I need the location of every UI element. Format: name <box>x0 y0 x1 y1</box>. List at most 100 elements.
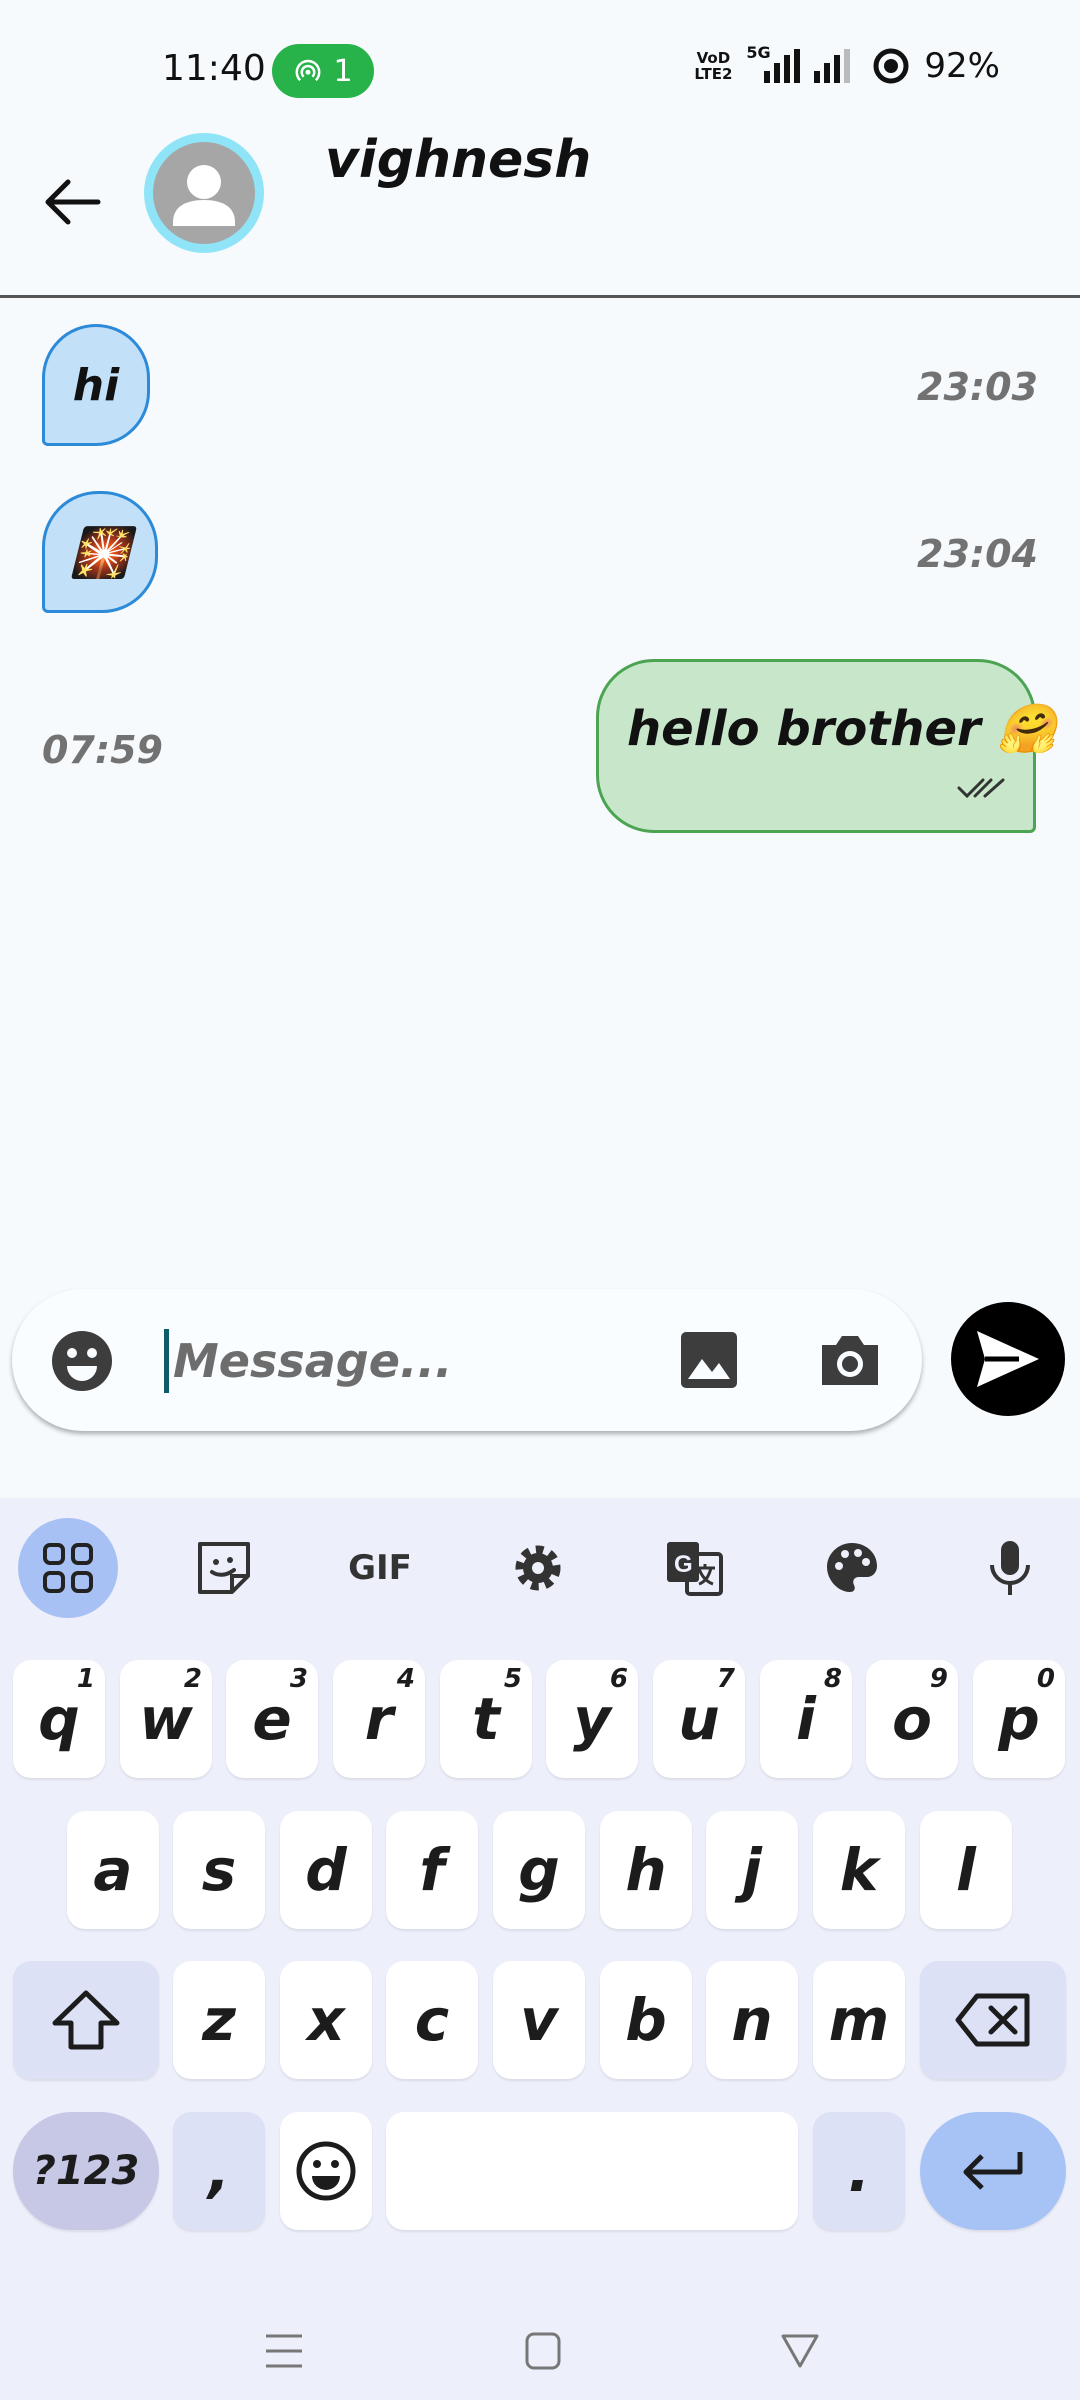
message-bubble-outgoing[interactable]: hello brother 🤗 <box>596 659 1057 833</box>
navigation-bar <box>0 2300 1080 2400</box>
key-j[interactable]: j <box>706 1811 798 1929</box>
back-icon[interactable] <box>780 2333 820 2369</box>
key-hint: 6 <box>609 1664 628 1694</box>
key-r[interactable]: r4 <box>333 1660 425 1778</box>
message-composer <box>12 1289 922 1431</box>
apps-button[interactable] <box>18 1518 118 1618</box>
key-label: o <box>892 1685 932 1753</box>
key-w[interactable]: w2 <box>120 1660 212 1778</box>
key-hint: 9 <box>929 1664 948 1694</box>
key-label: w <box>139 1685 193 1753</box>
key-label: t <box>472 1685 500 1753</box>
menu-icon[interactable] <box>264 2332 304 2370</box>
symbols-key[interactable]: ?123 <box>13 2112 159 2230</box>
signal-5g-icon: 5G <box>746 43 801 83</box>
key-i[interactable]: i8 <box>760 1660 852 1778</box>
key-z[interactable]: z <box>173 1961 265 2079</box>
key-label: i <box>796 1685 816 1753</box>
hotspot-indicator: 1 <box>272 44 374 98</box>
key-hint: 1 <box>76 1664 95 1694</box>
key-b[interactable]: b <box>600 1961 692 2079</box>
signal-icon <box>814 49 851 83</box>
palette-icon <box>827 1543 877 1592</box>
key-o[interactable]: o9 <box>866 1660 958 1778</box>
back-arrow-icon[interactable] <box>40 170 104 234</box>
network-type: 5G <box>746 43 771 62</box>
key-hint: 0 <box>1036 1664 1055 1694</box>
message-time: 23:04 <box>917 532 1038 576</box>
key-label: p <box>998 1685 1040 1753</box>
key-label: u <box>678 1685 720 1753</box>
gear-icon <box>515 1545 561 1591</box>
key-q[interactable]: q1 <box>13 1660 105 1778</box>
contact-avatar[interactable] <box>144 133 264 253</box>
period-key[interactable]: . <box>813 2112 905 2230</box>
key-c[interactable]: c <box>386 1961 478 2079</box>
message-time: 07:59 <box>42 728 163 772</box>
key-k[interactable]: k <box>813 1811 905 1929</box>
shift-icon <box>52 1990 120 2050</box>
message-time: 23:03 <box>917 365 1038 409</box>
key-v[interactable]: v <box>493 1961 585 2079</box>
double-check-icon <box>957 778 1005 799</box>
message-text: hello brother 🤗 <box>627 701 1058 757</box>
keyboard-toolbar: GIF G <box>0 1498 1080 1638</box>
key-label: y <box>573 1685 611 1753</box>
volte-line2: LTE2 <box>694 65 733 83</box>
key-hint: 2 <box>183 1664 202 1694</box>
camera-icon[interactable] <box>818 1329 882 1391</box>
gif-button[interactable]: GIF <box>330 1518 430 1618</box>
key-f[interactable]: f <box>386 1811 478 1929</box>
backspace-key[interactable] <box>920 1961 1066 2079</box>
shift-key[interactable] <box>13 1961 159 2079</box>
translate-icon: G <box>667 1542 723 1596</box>
message-input[interactable] <box>164 1329 664 1393</box>
theme-button[interactable] <box>802 1518 902 1618</box>
key-label: q <box>38 1685 80 1753</box>
message-bubble-incoming[interactable]: hi <box>42 324 150 446</box>
key-e[interactable]: e3 <box>226 1660 318 1778</box>
status-right: VoD LTE2 5G 92% <box>694 43 1000 86</box>
key-x[interactable]: x <box>280 1961 372 2079</box>
svg-text:G: G <box>674 1551 693 1578</box>
key-n[interactable]: n <box>706 1961 798 2079</box>
emoji-key[interactable] <box>280 2112 372 2230</box>
key-p[interactable]: p0 <box>973 1660 1065 1778</box>
battery-level: 92% <box>924 46 1000 86</box>
emoji-icon[interactable] <box>50 1329 114 1393</box>
key-a[interactable]: a <box>67 1811 159 1929</box>
enter-key[interactable] <box>920 2112 1066 2230</box>
key-h[interactable]: h <box>600 1811 692 1929</box>
contact-name[interactable]: vighnesh <box>325 130 591 190</box>
message-bubble-incoming[interactable]: 🎇 <box>42 491 158 613</box>
key-d[interactable]: d <box>280 1811 372 1929</box>
voice-input-button[interactable] <box>960 1518 1060 1618</box>
key-label: r <box>364 1685 394 1753</box>
comma-key[interactable]: , <box>173 2112 265 2230</box>
hotspot-icon <box>296 59 321 82</box>
sticker-icon <box>198 1542 250 1594</box>
volte-indicator: VoD LTE2 <box>694 50 732 82</box>
enter-icon <box>963 2152 1023 2190</box>
status-bar: 11:40 1 VoD LTE2 5G 92% <box>0 0 1080 140</box>
key-g[interactable]: g <box>493 1811 585 1929</box>
space-key[interactable] <box>386 2112 798 2230</box>
key-t[interactable]: t5 <box>440 1660 532 1778</box>
key-y[interactable]: y6 <box>546 1660 638 1778</box>
key-hint: 5 <box>503 1664 522 1694</box>
translate-button[interactable]: G <box>644 1518 744 1618</box>
key-m[interactable]: m <box>813 1961 905 2079</box>
sticker-button[interactable] <box>174 1518 274 1618</box>
gallery-icon[interactable] <box>678 1329 740 1391</box>
send-button[interactable] <box>951 1302 1065 1416</box>
apps-icon <box>43 1543 93 1593</box>
home-icon[interactable] <box>524 2331 562 2371</box>
keyboard: GIF G q1 w2 e3 r4 t5 y6 u7 i8 o9 p0 a s … <box>0 1498 1080 2400</box>
key-u[interactable]: u7 <box>653 1660 745 1778</box>
battery-saver-icon <box>873 48 909 84</box>
key-label: e <box>252 1685 292 1753</box>
key-l[interactable]: l <box>920 1811 1012 1929</box>
key-s[interactable]: s <box>173 1811 265 1929</box>
smiley-icon <box>296 2141 356 2201</box>
settings-button[interactable] <box>488 1518 588 1618</box>
